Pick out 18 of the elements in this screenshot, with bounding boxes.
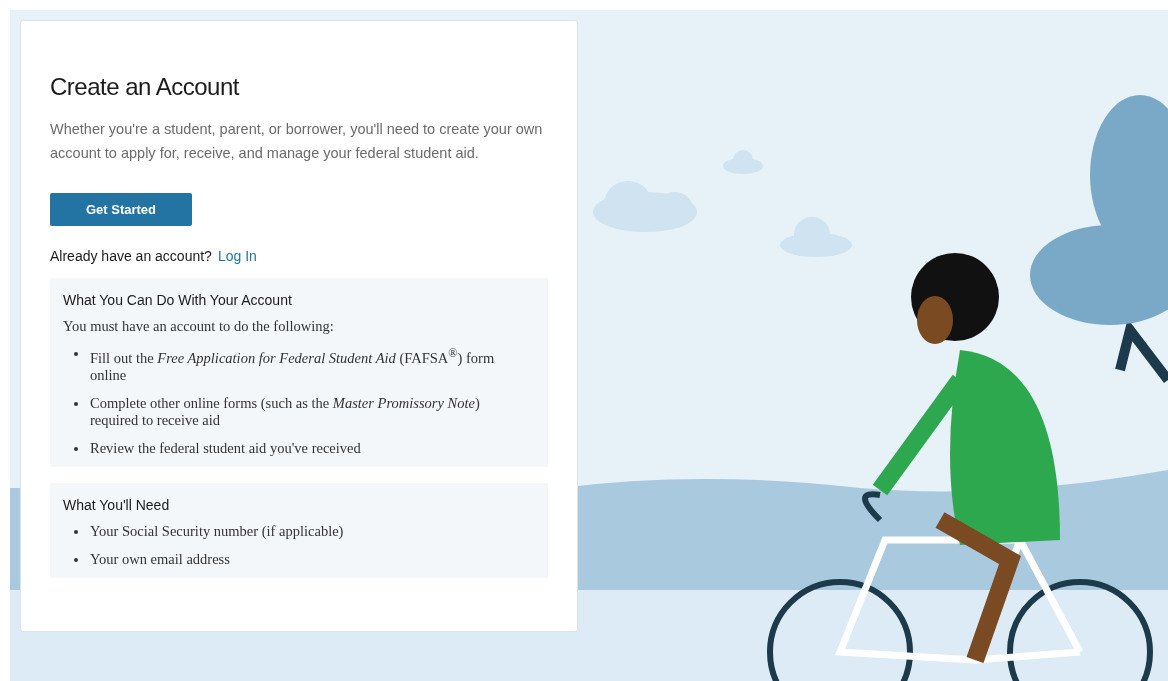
section-heading: What You Can Do With Your Account xyxy=(63,292,293,308)
get-started-button[interactable]: Get Started xyxy=(50,193,192,226)
list-item-text: Your Social Security number (if applicable) xyxy=(90,522,344,540)
list-item-text: Your own email address xyxy=(90,550,230,568)
list-item-text: Review the federal student aid you've received xyxy=(90,439,361,457)
bullet-icon xyxy=(74,352,78,356)
bullet-icon xyxy=(74,446,78,451)
bullet-icon xyxy=(74,529,78,534)
list-item-text: Complete other online forms (such as the Master Promissory Note) required to receive aid xyxy=(90,394,481,429)
page-title: Create an Account xyxy=(50,73,241,101)
section-lead-text: You must have an account to do the following: xyxy=(63,318,335,335)
login-link[interactable]: Log In xyxy=(217,248,257,264)
intro-text: Whether you're a student, parent, or borrower, you'll need to create your own account to apply for, receive, and manage your federal student aid. xyxy=(50,120,544,163)
login-prompt: Already have an account? xyxy=(50,248,212,264)
list-item-text: Fill out the Free Application for Federal Student Aid (FAFSA$^{®}$) form online xyxy=(90,345,496,384)
bullet-icon xyxy=(74,557,78,562)
bullet-icon xyxy=(74,401,78,406)
section-heading: What You'll Need xyxy=(63,496,171,513)
